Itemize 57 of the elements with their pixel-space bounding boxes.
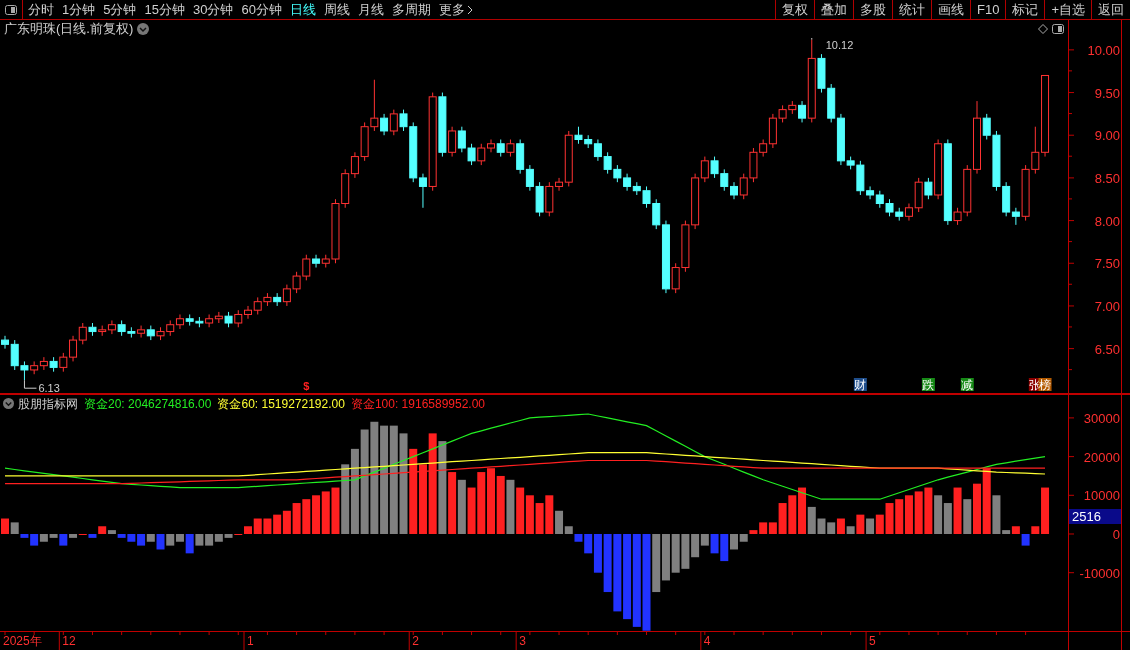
tick-label: 6.50 (1094, 341, 1120, 357)
toolbar-button[interactable]: 返回 (1091, 0, 1130, 19)
tick-label: 8.50 (1094, 170, 1120, 186)
tick-label: 20000 (1083, 449, 1120, 465)
signal-badge[interactable]: 减 (960, 378, 974, 392)
period-tab[interactable]: 60分钟 (241, 0, 282, 20)
legend-value: : 1519272192.00 (254, 395, 345, 413)
period-tab[interactable]: 月线 (357, 0, 384, 20)
tick-label: 8.00 (1094, 213, 1120, 229)
toolbar-button[interactable]: 统计 (892, 0, 931, 19)
price-callout: 10.12 (811, 38, 854, 51)
axis-label: 3 (519, 634, 526, 648)
axis-label: 4 (703, 634, 711, 648)
chart-title: 广东明珠(日线.前复权) (4, 20, 134, 39)
tick-label: 10000 (1083, 488, 1120, 504)
period-tab[interactable]: 15分钟 (144, 0, 185, 20)
tick-label: 30000 (1083, 410, 1120, 426)
more-menu[interactable]: 更多 (438, 0, 473, 20)
toolbar-button[interactable]: 画线 (931, 0, 970, 19)
legend-value: : 2046274816.00 (121, 395, 212, 413)
current-value-tag: 2516 (1069, 509, 1121, 524)
period-tab[interactable]: 30分钟 (192, 0, 234, 20)
toolbar-button[interactable]: F10 (970, 0, 1006, 19)
axis-label: 2 (412, 634, 419, 648)
toolbar-button[interactable]: 标记 (1005, 0, 1045, 19)
period-tab[interactable]: 日线 (289, 0, 316, 20)
signal-mark: $ (303, 380, 310, 392)
toolbar-button[interactable]: 复权 (775, 0, 814, 19)
period-tab[interactable]: 分时 (28, 0, 54, 20)
price-callout: 6.13 (23, 379, 60, 393)
signal-badge[interactable]: 财 (853, 378, 867, 392)
period-tab[interactable]: 5分钟 (103, 0, 137, 20)
legend-name: 资金60 (217, 395, 255, 413)
tick-label: 9.50 (1094, 85, 1120, 101)
indicator-name: 股朋指标网 (18, 395, 78, 413)
tick-label: -10000 (1079, 565, 1120, 581)
legend-name: 资金100 (350, 395, 395, 413)
axis-label: 1 (247, 634, 254, 648)
tick-label: 10.00 (1087, 42, 1120, 58)
tick-label: 7.00 (1094, 298, 1120, 314)
signal-badge[interactable]: 榜 (1038, 378, 1052, 392)
period-tab[interactable]: 周线 (323, 0, 350, 20)
toolbar-button[interactable]: +自选 (1044, 0, 1091, 19)
annotation: 6.13 (38, 382, 60, 395)
annotation: 10.12 (825, 39, 854, 51)
tick-label: 9.00 (1094, 128, 1120, 144)
axis-label: 5 (869, 634, 876, 648)
toolbar-button[interactable]: 叠加 (814, 0, 853, 19)
legend-value: : 1916589952.00 (394, 395, 486, 413)
toolbar-button[interactable]: 多股 (853, 0, 892, 19)
period-tab[interactable]: 1分钟 (62, 0, 96, 20)
axis-label: 12 (62, 634, 76, 648)
period-tab[interactable]: 多周期 (391, 0, 431, 20)
axis-label: 2025年 (3, 634, 42, 648)
tick-label: 0 (1112, 527, 1120, 542)
signal-badge[interactable]: 跌 (921, 378, 935, 392)
tick-label: 7.50 (1094, 256, 1120, 272)
